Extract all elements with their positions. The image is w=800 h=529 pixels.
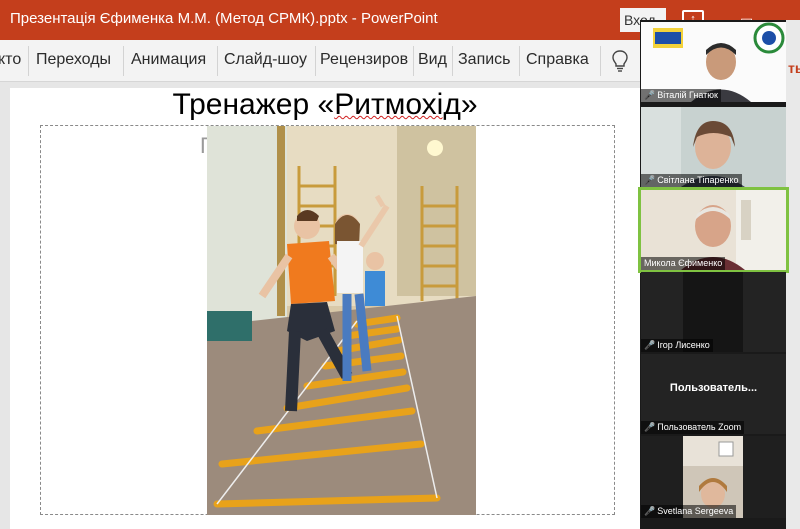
participant-name-text: Світлана Тіпаренко bbox=[657, 175, 739, 185]
zoom-panel-edge: ть bbox=[786, 20, 800, 529]
tab-separator bbox=[28, 46, 29, 76]
tab-animations[interactable]: Анимация bbox=[131, 51, 206, 69]
tab-record[interactable]: Запись bbox=[458, 51, 511, 69]
participant-tile[interactable]: 🎤 Ігор Лисенко bbox=[641, 272, 786, 352]
participant-tile[interactable]: 🎤 Svetlana Sergeeva bbox=[641, 436, 786, 518]
participant-name-text: Svetlana Sergeeva bbox=[657, 506, 734, 516]
participant-name-text: Пользователь Zoom bbox=[657, 422, 742, 432]
tab-separator bbox=[452, 46, 453, 76]
ribbon-fragment: ть bbox=[788, 60, 800, 76]
participant-name-text: Микола Єфименко bbox=[644, 258, 723, 268]
participant-name-text: Ігор Лисенко bbox=[657, 340, 710, 350]
participant-name-text: Віталій Гнатюк bbox=[657, 90, 718, 100]
slide-title-suffix: » bbox=[460, 88, 478, 121]
tab-separator bbox=[600, 46, 601, 76]
participant-name: 🎤 Віталій Гнатюк bbox=[641, 89, 721, 102]
tab-separator bbox=[123, 46, 124, 76]
tab-separator bbox=[217, 46, 218, 76]
tab-separator bbox=[315, 46, 316, 76]
tab-help[interactable]: Справка bbox=[526, 51, 589, 69]
slide-title[interactable]: Тренажер «Ритмохід» bbox=[10, 88, 640, 122]
mic-muted-icon: 🎤 bbox=[644, 90, 656, 100]
tab-slideshow[interactable]: Слайд-шоу bbox=[224, 51, 307, 69]
participant-name: 🎤 Світлана Тіпаренко bbox=[641, 174, 742, 187]
tab-separator bbox=[519, 46, 520, 76]
slide-title-word: Ритмохід bbox=[334, 88, 461, 121]
participant-tile[interactable]: Пользователь... 🎤 Пользователь Zoom bbox=[641, 354, 786, 434]
participant-name: Микола Єфименко bbox=[641, 257, 726, 270]
tab-design-fragment[interactable]: кто bbox=[0, 51, 21, 69]
ladder-trainer-photo[interactable] bbox=[207, 126, 476, 515]
participant-tile-active-speaker[interactable]: Микола Єфименко bbox=[638, 187, 789, 273]
participant-center-label: Пользователь... bbox=[669, 382, 758, 394]
participant-tile[interactable]: 🎤 Віталій Гнатюк bbox=[641, 22, 786, 102]
mic-muted-icon: 🎤 bbox=[644, 506, 656, 516]
tab-review[interactable]: Рецензиров bbox=[320, 51, 412, 69]
window-title: Презентація Єфименка М.М. (Метод СРМК).p… bbox=[10, 10, 438, 27]
mic-muted-icon: 🎤 bbox=[644, 340, 656, 350]
tab-separator bbox=[413, 46, 414, 76]
mic-muted-icon: 🎤 bbox=[644, 175, 656, 185]
participant-name: 🎤 Ігор Лисенко bbox=[641, 339, 713, 352]
lightbulb-icon[interactable] bbox=[612, 50, 628, 72]
tab-view[interactable]: Вид bbox=[418, 51, 447, 69]
mic-muted-icon: 🎤 bbox=[644, 422, 656, 432]
participant-name: 🎤 Svetlana Sergeeva bbox=[641, 505, 737, 518]
slide-title-prefix: Тренажер « bbox=[172, 88, 335, 121]
participant-tile[interactable]: 🎤 Світлана Тіпаренко bbox=[641, 107, 786, 187]
tab-transitions[interactable]: Переходы bbox=[36, 51, 111, 69]
participant-name: 🎤 Пользователь Zoom bbox=[641, 421, 745, 434]
